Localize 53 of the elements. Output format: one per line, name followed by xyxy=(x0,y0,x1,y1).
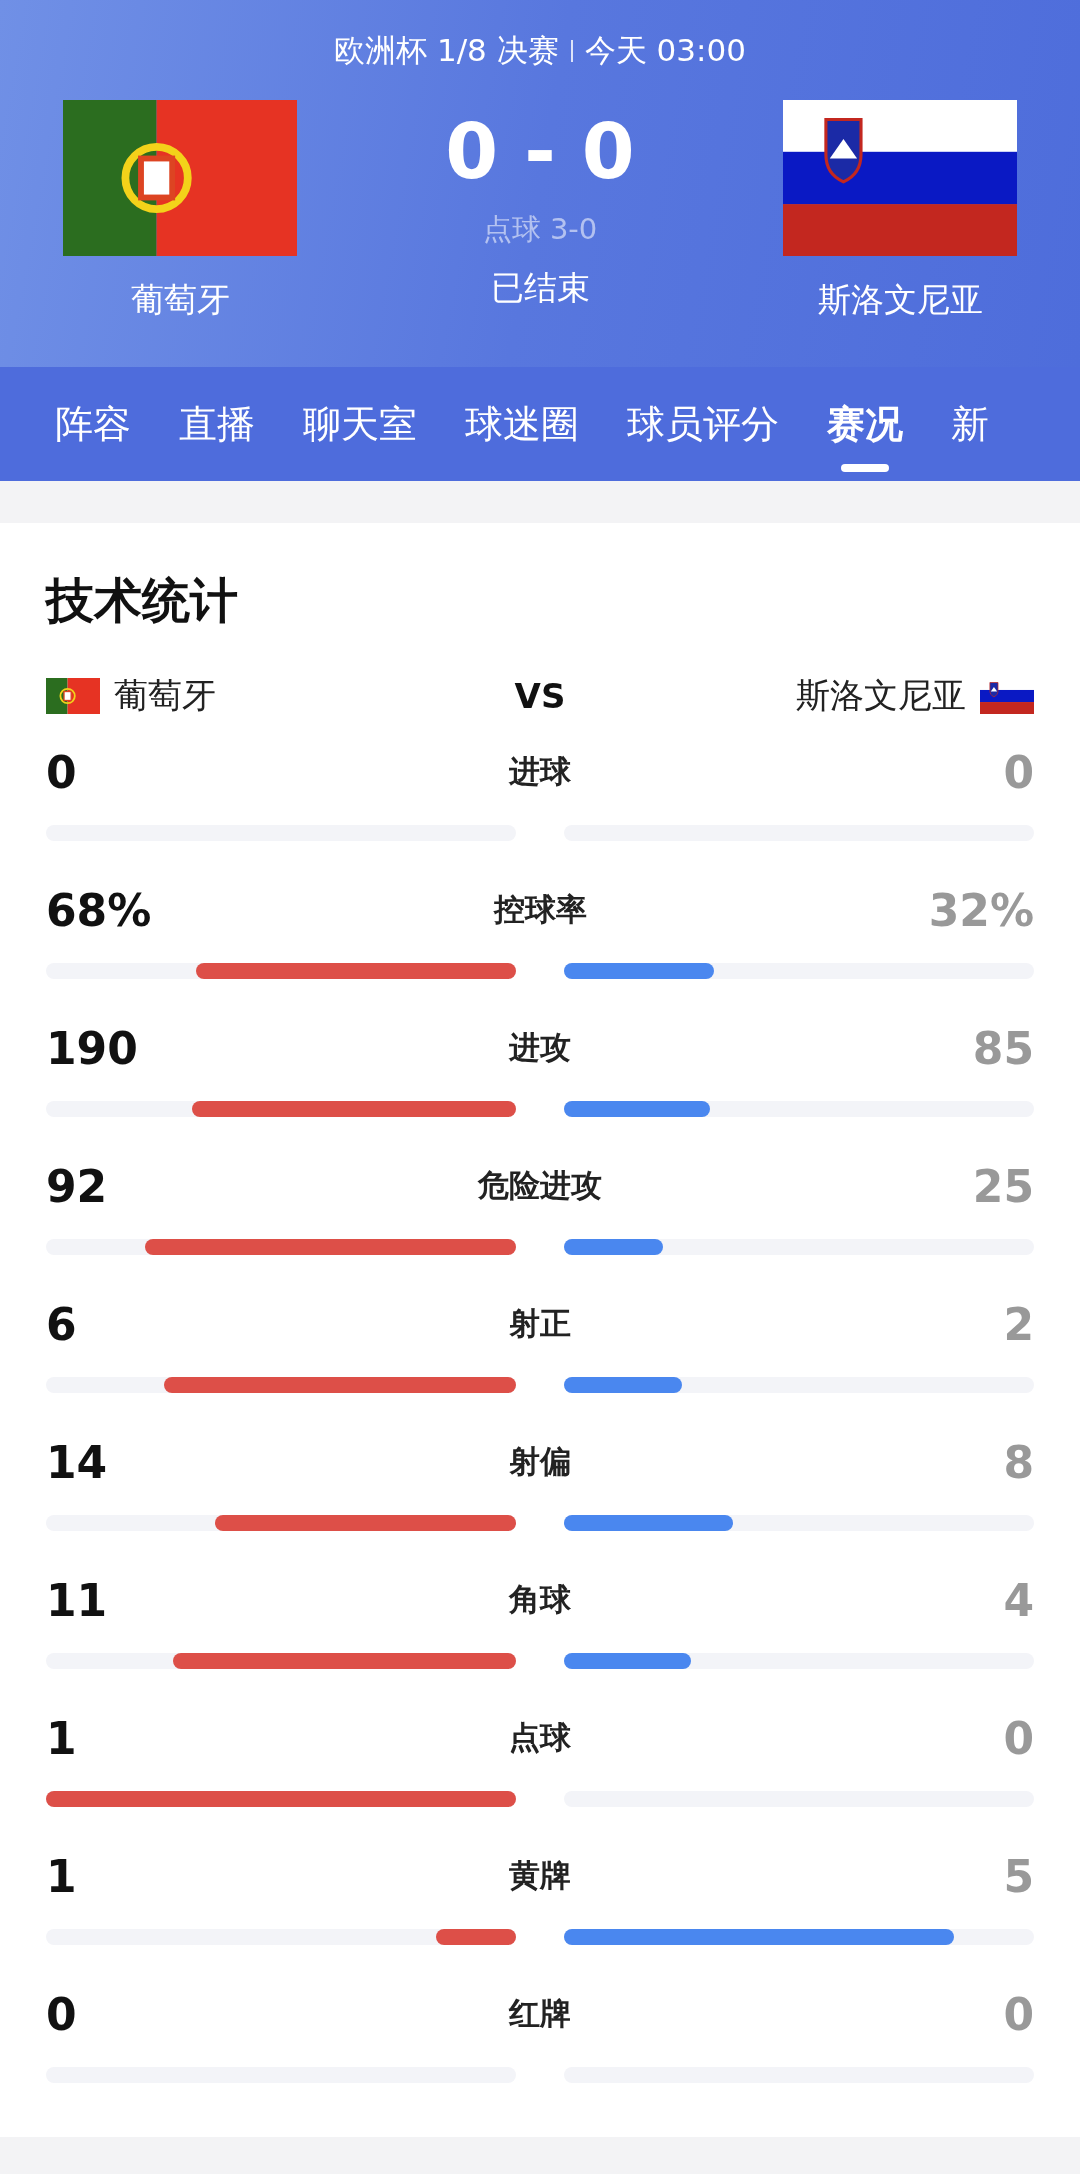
team-name: 葡萄牙 xyxy=(114,674,216,717)
stat-label: 射正 xyxy=(509,1304,571,1343)
stat-value: 2 xyxy=(1002,1298,1034,1350)
stat-label: 点球 xyxy=(509,1718,571,1757)
tab[interactable]: 聊天室 xyxy=(303,367,417,481)
stat-value: 6 xyxy=(46,1298,78,1350)
tab[interactable]: 赛况 xyxy=(827,367,903,481)
stat-label: 射偏 xyxy=(509,1442,571,1481)
team-name: 斯洛文尼亚 xyxy=(796,674,966,717)
section-title: 技术统计 xyxy=(46,571,239,630)
stat-value: 14 xyxy=(46,1436,109,1488)
stat-value: 190 xyxy=(46,1022,139,1074)
vs-label: VS xyxy=(514,676,566,716)
stat-value: 68% xyxy=(46,884,153,936)
stat-label: 黄牌 xyxy=(509,1856,571,1895)
stat-value: 1 xyxy=(46,1712,78,1764)
match-time: 今天 03:00 xyxy=(584,31,746,70)
flag-icon xyxy=(46,678,100,714)
tab[interactable]: 球员评分 xyxy=(627,367,779,481)
stat-value: 1 xyxy=(46,1850,78,1902)
flag-icon xyxy=(63,100,297,256)
team-name: 葡萄牙 xyxy=(130,279,230,321)
stat-value: 85 xyxy=(971,1022,1034,1074)
stat-value: 5 xyxy=(1002,1850,1034,1902)
stat-value: 0 xyxy=(46,746,78,798)
stat-value: 92 xyxy=(46,1160,109,1212)
team-name: 斯洛文尼亚 xyxy=(817,279,983,321)
stat-label: 危险进攻 xyxy=(478,1166,602,1205)
stat-value: 32% xyxy=(927,884,1034,936)
stat-value: 0 xyxy=(1002,1712,1034,1764)
tab[interactable]: 阵容 xyxy=(55,367,131,481)
tab[interactable]: 直播 xyxy=(179,367,255,481)
stat-label: 进球 xyxy=(509,752,571,791)
stat-value: 8 xyxy=(1002,1436,1034,1488)
stat-value: 0 xyxy=(46,1988,78,2040)
tab[interactable]: 球迷圈 xyxy=(465,367,579,481)
match-status: 已结束 xyxy=(490,267,590,309)
stat-label: 控球率 xyxy=(493,890,587,929)
stat-label: 角球 xyxy=(509,1580,571,1619)
score-separator: - xyxy=(524,114,556,190)
stat-value: 0 xyxy=(1002,746,1034,798)
stat-value: 11 xyxy=(46,1574,109,1626)
stat-value: 0 xyxy=(1002,1988,1034,2040)
competition-label: 欧洲杯 1/8 决赛 xyxy=(334,31,559,70)
stat-value: 4 xyxy=(1002,1574,1034,1626)
stat-label: 红牌 xyxy=(509,1994,571,2033)
flag-icon xyxy=(783,100,1017,256)
penalty-score: 点球 3-0 xyxy=(482,211,598,248)
stat-value: 25 xyxy=(971,1160,1034,1212)
tab[interactable]: 新 xyxy=(951,367,989,481)
score: 0 xyxy=(581,114,635,190)
score: 0 xyxy=(445,114,499,190)
stat-label: 进攻 xyxy=(509,1028,571,1067)
